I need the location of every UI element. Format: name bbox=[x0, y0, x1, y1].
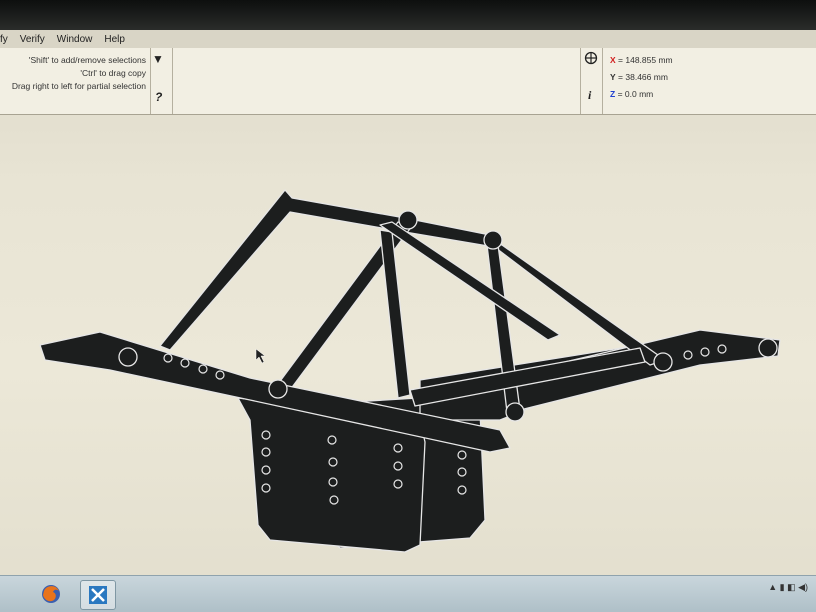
cad-app-icon[interactable] bbox=[80, 580, 116, 610]
bolt-front-rail bbox=[118, 347, 138, 367]
menu-bar: fy Verify Window Help bbox=[0, 30, 816, 49]
monitor-bezel bbox=[0, 0, 816, 30]
hint-shift: 'Shift' to add/remove selections bbox=[28, 55, 146, 65]
menu-help[interactable]: Help bbox=[98, 34, 131, 45]
bolt-top-front bbox=[398, 210, 418, 230]
hint-drag: Drag right to left for partial selection bbox=[11, 81, 146, 91]
coord-y-readout: Y = 38.466 mm bbox=[610, 72, 668, 82]
taskbar: ▲ ▮ ◧ ◀) bbox=[0, 575, 816, 612]
toolbar-divider bbox=[580, 48, 581, 114]
info-icon[interactable]: i bbox=[588, 88, 591, 103]
selection-toolbar: 'Shift' to add/remove selections 'Ctrl' … bbox=[0, 48, 816, 115]
bolt-front-cage bbox=[268, 379, 288, 399]
rear-cage-diagonal[interactable] bbox=[487, 241, 666, 366]
coord-x-readout: X = 148.855 mm bbox=[610, 55, 673, 65]
menu-modify[interactable]: fy bbox=[0, 34, 14, 45]
cad-3d-viewport[interactable] bbox=[0, 115, 816, 575]
coord-x-label: X bbox=[610, 55, 616, 65]
cage-center-upright[interactable] bbox=[379, 229, 411, 399]
toolbar-divider bbox=[150, 48, 151, 114]
crosshair-circle-icon[interactable] bbox=[584, 51, 598, 68]
monitor-screen: fy Verify Window Help 'Shift' to add/rem… bbox=[0, 0, 816, 612]
menu-verify[interactable]: Verify bbox=[14, 34, 51, 45]
toolbar-divider bbox=[172, 48, 173, 114]
toolbar-divider bbox=[602, 48, 603, 114]
coord-z-label: Z bbox=[610, 89, 616, 99]
bolt-top-rear bbox=[483, 230, 503, 250]
triangle-down-icon[interactable]: ▼ bbox=[152, 52, 164, 66]
coord-y-value: = 38.466 mm bbox=[618, 72, 668, 82]
hint-ctrl: 'Ctrl' to drag copy bbox=[80, 68, 146, 78]
coord-z-readout: Z = 0.0 mm bbox=[610, 89, 653, 99]
system-tray: ▲ ▮ ◧ ◀) bbox=[768, 582, 808, 592]
chassis-model[interactable] bbox=[39, 189, 781, 553]
coord-x-value: = 148.855 mm bbox=[618, 55, 673, 65]
firefox-icon[interactable] bbox=[34, 580, 68, 608]
mouse-cursor-icon bbox=[255, 348, 266, 364]
coord-z-value: = 0.0 mm bbox=[617, 89, 654, 99]
bolt-rear-cage bbox=[653, 352, 673, 372]
coord-y-label: Y bbox=[610, 72, 616, 82]
bolt-rear-lower bbox=[505, 402, 525, 422]
question-mark-icon[interactable]: ? bbox=[155, 90, 162, 104]
bolt-rear-end bbox=[758, 338, 778, 358]
menu-window[interactable]: Window bbox=[51, 34, 99, 45]
